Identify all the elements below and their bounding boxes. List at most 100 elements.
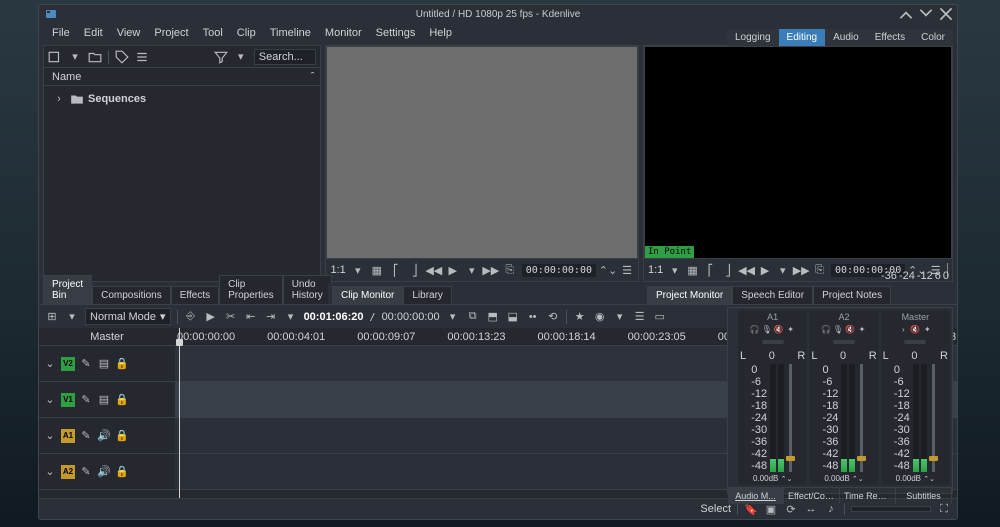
tab-speech-editor[interactable]: Speech Editor [732, 286, 813, 304]
tab-project-monitor[interactable]: Project Monitor [647, 286, 732, 304]
menu-monitor[interactable]: Monitor [318, 25, 369, 41]
workspace-tab-color[interactable]: Color [913, 29, 953, 46]
lock-icon[interactable]: 🔒 [115, 393, 129, 407]
mute-video-icon[interactable]: ▤ [97, 357, 111, 371]
play-icon[interactable]: ▶ [759, 263, 772, 277]
folder-icon[interactable] [88, 50, 102, 64]
timeline-timecode[interactable]: 00:01:06:20 / 00:00:00:00 [304, 311, 440, 323]
channel-balance-knob[interactable] [811, 336, 876, 348]
edit-mode-icon[interactable]: ⎘ [813, 263, 826, 277]
effects-icon[interactable]: ✦ [857, 324, 867, 334]
channel-fader[interactable] [932, 364, 935, 472]
lock-icon[interactable]: 🔒 [115, 357, 129, 371]
menu-file[interactable]: File [45, 25, 77, 41]
chevron-down-icon[interactable]: ▾ [668, 263, 681, 277]
channel-db[interactable]: 0.00dB ⌃⌄ [753, 474, 792, 483]
mic-icon[interactable]: 🎙 [762, 324, 772, 334]
insert-icon[interactable]: ⬓ [506, 310, 520, 324]
audio-scrub-icon[interactable]: ♪ [824, 502, 838, 516]
mixer-tab-1[interactable]: Effect/Compositio... [784, 488, 840, 504]
menu-icon[interactable]: ☰ [620, 263, 634, 277]
tree-item-sequences[interactable]: › Sequences [52, 90, 312, 108]
channel-db[interactable]: 0.00dB ⌃⌄ [824, 474, 863, 483]
chevron-down-icon[interactable]: ▾ [234, 50, 248, 64]
tab-library[interactable]: Library [403, 286, 452, 304]
fit-zoom-icon[interactable]: ⛶ [937, 502, 951, 516]
mute-icon[interactable]: 🔇 [774, 324, 784, 334]
track-badge[interactable]: A1 [61, 429, 75, 443]
collapse-icon[interactable]: ⌄ [43, 465, 57, 479]
menu-view[interactable]: View [110, 25, 148, 41]
clip-monitor-view[interactable] [326, 46, 638, 259]
spacer-left-icon[interactable]: ⇤ [244, 310, 258, 324]
zone-start-icon[interactable]: ⎡ [389, 263, 403, 277]
search-input[interactable]: Search... [254, 49, 317, 65]
zoom-ratio[interactable]: 1:1 [330, 264, 345, 276]
tag-icon[interactable] [115, 50, 129, 64]
menu-clip[interactable]: Clip [230, 25, 263, 41]
edit-icon[interactable]: ✎ [79, 393, 93, 407]
chevron-down-icon[interactable]: ▾ [68, 50, 82, 64]
menu-tool[interactable]: Tool [196, 25, 230, 41]
filter-icon[interactable] [214, 50, 228, 64]
edit-icon[interactable]: ✎ [79, 429, 93, 443]
zoom-fit-icon[interactable]: ⟳ [784, 502, 798, 516]
tab-clip-properties[interactable]: Clip Properties [219, 275, 283, 304]
expand-icon[interactable]: › [52, 92, 66, 106]
edit-mode-select[interactable]: Normal Mode ▾ [85, 308, 171, 325]
zone-end-icon[interactable]: ⎦ [722, 263, 735, 277]
tab-effects[interactable]: Effects [171, 286, 219, 304]
chevron-down-icon[interactable]: ▾ [65, 310, 79, 324]
lift-icon[interactable]: ⟲ [546, 310, 560, 324]
workspace-tab-logging[interactable]: Logging [727, 29, 779, 46]
chevron-down-icon[interactable]: ▾ [284, 310, 298, 324]
headphones-icon[interactable]: 🎧 [821, 324, 831, 334]
list-icon[interactable] [135, 50, 149, 64]
zoom-ratio[interactable]: 1:1 [648, 264, 663, 276]
channel-balance-knob[interactable] [740, 336, 805, 348]
playhead[interactable] [179, 328, 180, 498]
track-header-a2[interactable]: ⌄A2✎🔊🔒 [39, 454, 175, 490]
chevron-down-icon[interactable]: ▾ [613, 310, 627, 324]
zone-start-icon[interactable]: ⎡ [704, 263, 717, 277]
grid-icon[interactable]: ▦ [370, 263, 384, 277]
play-icon[interactable]: ▶ [204, 310, 218, 324]
preview-render-icon[interactable]: ◉ [593, 310, 607, 324]
menu-project[interactable]: Project [147, 25, 195, 41]
track-header-v2[interactable]: ⌄V2✎▤🔒 [39, 346, 175, 382]
channel-fader[interactable] [860, 364, 863, 472]
chevron-down-icon[interactable]: ▾ [465, 263, 479, 277]
effects-icon[interactable]: ✦ [922, 324, 932, 334]
tab-clip-monitor[interactable]: Clip Monitor [332, 286, 403, 304]
headphones-icon[interactable]: 🎧 [750, 324, 760, 334]
minimize-icon[interactable] [899, 7, 913, 21]
project-monitor-view[interactable]: In Point [644, 46, 952, 259]
zoom-slider[interactable] [851, 506, 931, 512]
stepper-icon[interactable]: ⌃⌄ [601, 263, 615, 277]
mute-icon[interactable]: 🔇 [845, 324, 855, 334]
mixer-tab-3[interactable]: Subtitles [896, 488, 952, 504]
bin-column-header[interactable]: Name ˆ [44, 68, 320, 86]
show-audio-icon[interactable]: ☰ [633, 310, 647, 324]
chevron-down-icon[interactable]: ▾ [446, 310, 460, 324]
workspace-tab-audio[interactable]: Audio [825, 29, 867, 46]
forward-icon[interactable]: ▶▶ [794, 263, 808, 277]
mix-icon[interactable]: ⧉ [466, 310, 480, 324]
favorite-icon[interactable]: ★ [573, 310, 587, 324]
show-markers-icon[interactable]: ▭ [653, 310, 667, 324]
chevron-down-icon[interactable]: ▾ [351, 263, 365, 277]
maximize-icon[interactable] [919, 7, 933, 21]
tab-project-bin[interactable]: Project Bin [43, 275, 92, 304]
mixer-tab-0[interactable]: Audio M... [728, 488, 784, 504]
extract-icon[interactable]: •• [526, 310, 540, 324]
edit-icon[interactable]: ✎ [79, 465, 93, 479]
snap-icon[interactable]: ▣ [764, 502, 778, 516]
tool-icon[interactable]: ⎆ [184, 310, 198, 324]
chevron-down-icon[interactable]: ▾ [776, 263, 789, 277]
channel-fader[interactable] [789, 364, 792, 472]
collapse-icon[interactable]: ⌄ [43, 429, 57, 443]
edit-icon[interactable]: ✎ [79, 357, 93, 371]
track-header-a1[interactable]: ⌄A1✎🔊🔒 [39, 418, 175, 454]
grid-icon[interactable]: ▦ [686, 263, 699, 277]
scroll-icon[interactable]: ↔ [804, 502, 818, 516]
